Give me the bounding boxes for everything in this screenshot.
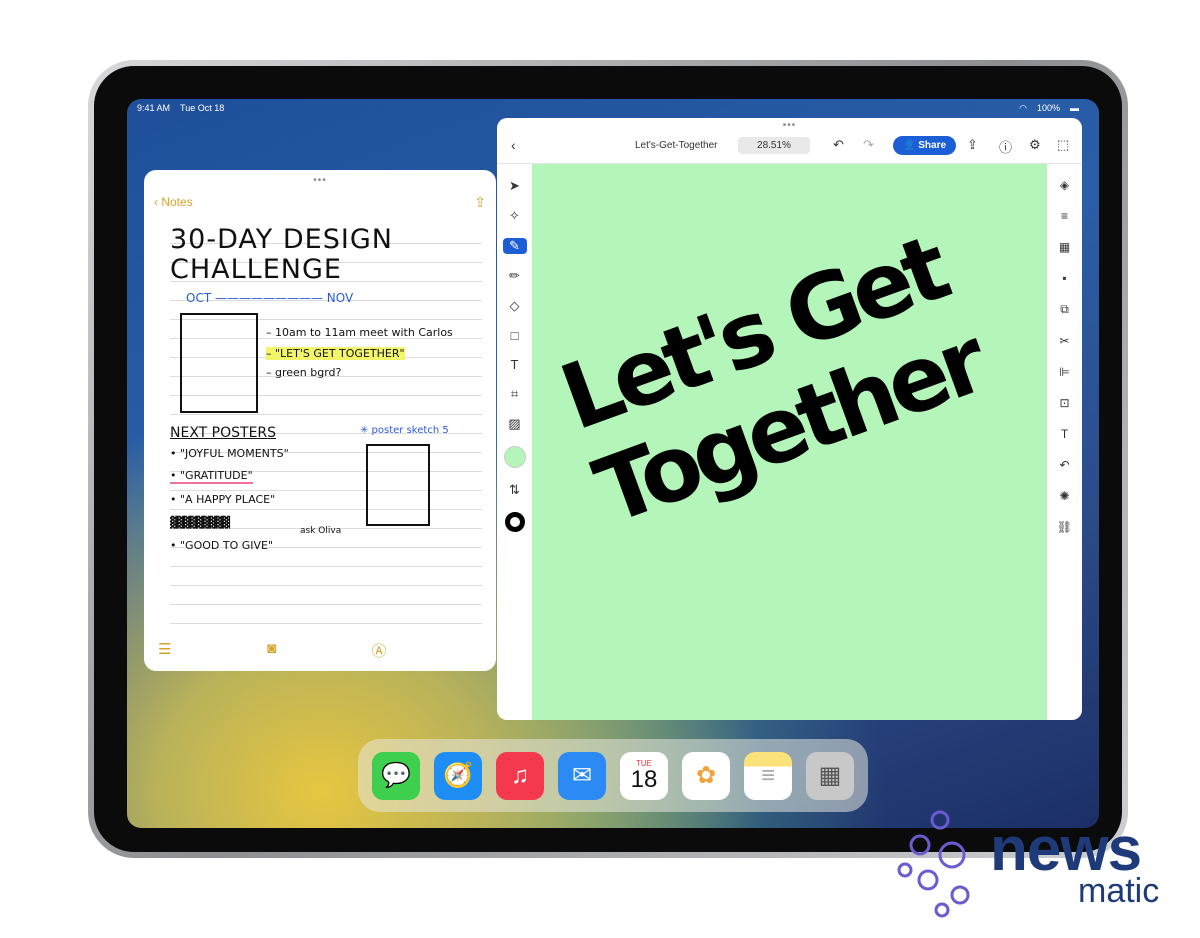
eraser-icon[interactable]: ◇ — [510, 298, 520, 314]
illustrator-window: ••• ‹ Let's-Get-Together 28.51% ↶ ↷ 👤 Sh… — [497, 118, 1082, 720]
image-trace-icon[interactable]: ⊡ — [1059, 396, 1069, 410]
camera-icon[interactable]: ◙ — [267, 640, 276, 661]
dock-app-calendar[interactable]: TUE 18 — [620, 751, 668, 800]
checklist-icon[interactable]: ☰ — [158, 640, 171, 661]
document-title[interactable]: Let's-Get-Together — [635, 140, 718, 151]
direct-select-icon[interactable]: ✧ — [509, 208, 520, 224]
battery-icon: ▬ — [1070, 103, 1079, 113]
poster-item: • "JOYFUL MOMENTS" — [170, 447, 289, 460]
dock-app-messages[interactable]: 💬 — [372, 751, 420, 800]
note-line: – 10am to 11am meet with Carlos — [266, 326, 453, 339]
type-properties-icon[interactable]: T — [1061, 427, 1068, 441]
ipad-frame: 9:41 AM Tue Oct 18 ◠ 100% ▬ ••• ‹ Notes ⇪ 3… — [88, 60, 1128, 858]
status-bar: 9:41 AM Tue Oct 18 ◠ 100% ▬ — [137, 103, 1089, 114]
stroke-color-swatch[interactable] — [504, 512, 525, 532]
poster-item: • "A HAPPY PLACE" — [170, 493, 276, 506]
wifi-icon: ◠ — [1019, 103, 1027, 113]
note-line: – green bgrd? — [266, 366, 342, 379]
poster-item: • "GOOD TO GIVE" — [170, 539, 274, 552]
right-toolbar: ◈ ≡ ▦ ▪ ⧉ ✂ ⊫ ⊡ T ↶ ✺ ⛓ — [1047, 164, 1082, 720]
dock-app-music[interactable]: ♫ — [496, 751, 544, 800]
nov-label: NOV — [326, 291, 354, 305]
export-icon[interactable]: ⇪ — [967, 137, 978, 153]
align-icon[interactable]: ⊫ — [1059, 365, 1069, 379]
settings-icon[interactable]: ⚙ — [1029, 137, 1041, 153]
poster-sketch — [366, 444, 430, 526]
notes-toolbar: ☰ ◙ Ⓐ — [158, 640, 482, 661]
note-title-2: CHALLENGE — [170, 254, 342, 285]
dock-app-safari[interactable]: 🧭 — [434, 751, 482, 800]
link-icon[interactable]: ⛓ — [1057, 520, 1072, 534]
month-timeline: OCT ————————— NOV — [186, 291, 354, 305]
watermark-matic: matic — [1078, 872, 1160, 910]
pen-tool-icon[interactable]: ✎ — [502, 238, 527, 254]
dock-app-library[interactable]: ▦ — [806, 751, 854, 800]
posters-heading: NEXT POSTERS — [170, 425, 277, 441]
undo-icon[interactable]: ↶ — [833, 137, 844, 153]
sketch-thumbnail — [180, 313, 258, 413]
share-label: Share — [918, 140, 947, 151]
selection-tool-icon[interactable]: ➤ — [509, 178, 520, 194]
dock-app-notes[interactable]: ≡ — [744, 751, 792, 800]
comments-icon[interactable]: ▪ — [1062, 271, 1066, 285]
layers-icon[interactable]: ◈ — [1060, 178, 1069, 192]
note-line-highlight: – "LET'S GET TOGETHER" — [266, 347, 405, 360]
redo-icon[interactable]: ↷ — [863, 137, 874, 153]
sketch-label: ✳ poster sketch 5 — [360, 425, 449, 436]
artboard-canvas[interactable]: Let's Get Together — [532, 164, 1047, 720]
newsmatic-watermark: news matic — [890, 800, 1190, 925]
transform-icon[interactable]: ⬚ — [1057, 137, 1069, 153]
scissors-icon[interactable]: ✂ — [1059, 334, 1069, 348]
swatches-icon[interactable]: ▦ — [1059, 240, 1070, 254]
arrange-icon[interactable]: ⧉ — [1060, 302, 1069, 317]
path-icon[interactable]: ↶ — [1059, 458, 1069, 472]
time: 9:41 AM — [137, 103, 171, 113]
dock: 💬 🧭 ♫ ✉ TUE 18 ✿ ≡ ▦ — [358, 739, 868, 812]
image-icon[interactable]: ▨ — [508, 416, 520, 432]
screen: 9:41 AM Tue Oct 18 ◠ 100% ▬ ••• ‹ Notes ⇪ 3… — [127, 99, 1099, 828]
notes-window: ••• ‹ Notes ⇪ 30-DAY DESIGN CHALLENGE OC… — [144, 170, 496, 671]
dock-app-mail[interactable]: ✉ — [558, 751, 606, 800]
dock-app-photos[interactable]: ✿ — [682, 751, 730, 800]
properties-icon[interactable]: ≡ — [1061, 209, 1068, 223]
zoom-field[interactable]: 28.51% — [738, 137, 810, 154]
fill-color-swatch[interactable] — [503, 446, 526, 468]
pencil-icon[interactable]: ✏ — [509, 268, 520, 284]
note-title-1: 30-DAY DESIGN — [170, 224, 393, 255]
back-chevron-icon[interactable]: ‹ — [511, 137, 516, 153]
illustrator-toolbar: ••• ‹ Let's-Get-Together 28.51% ↶ ↷ 👤 Sh… — [497, 118, 1082, 164]
left-toolbar: ➤ ✧ ✎ ✏ ◇ □ T ⌗ ▨ ⇅ — [497, 164, 532, 720]
oct-label: OCT — [186, 291, 212, 305]
ask-note: ask Oliva — [300, 526, 342, 536]
poster-item: • "GRATITUDE" — [170, 469, 253, 484]
window-grabber[interactable]: ••• — [313, 175, 327, 186]
notes-back-button[interactable]: ‹ Notes — [154, 195, 193, 209]
type-icon[interactable]: T — [511, 357, 519, 372]
back-label: Notes — [161, 195, 193, 209]
share-button[interactable]: 👤 Share — [893, 136, 957, 155]
rectangle-icon[interactable]: □ — [511, 328, 519, 343]
swap-icon[interactable]: ⇅ — [509, 482, 520, 498]
markup-icon[interactable]: Ⓐ — [371, 640, 386, 661]
share-icon[interactable]: ⇪ — [474, 194, 486, 211]
hexagon-logo-icon — [897, 810, 970, 918]
date: Tue Oct 18 — [180, 103, 225, 113]
crop-icon[interactable]: ⌗ — [511, 386, 518, 402]
battery-level: 100% — [1036, 103, 1060, 113]
note-content[interactable]: 30-DAY DESIGN CHALLENGE OCT ————————— NO… — [170, 225, 482, 629]
artwork-lettering: Let's Get Together — [548, 216, 996, 546]
window-grabber[interactable]: ••• — [783, 120, 797, 131]
repeat-icon[interactable]: ✺ — [1059, 489, 1069, 503]
help-icon[interactable]: ⓘ — [999, 137, 1012, 156]
calendar-date: 18 — [630, 765, 658, 793]
